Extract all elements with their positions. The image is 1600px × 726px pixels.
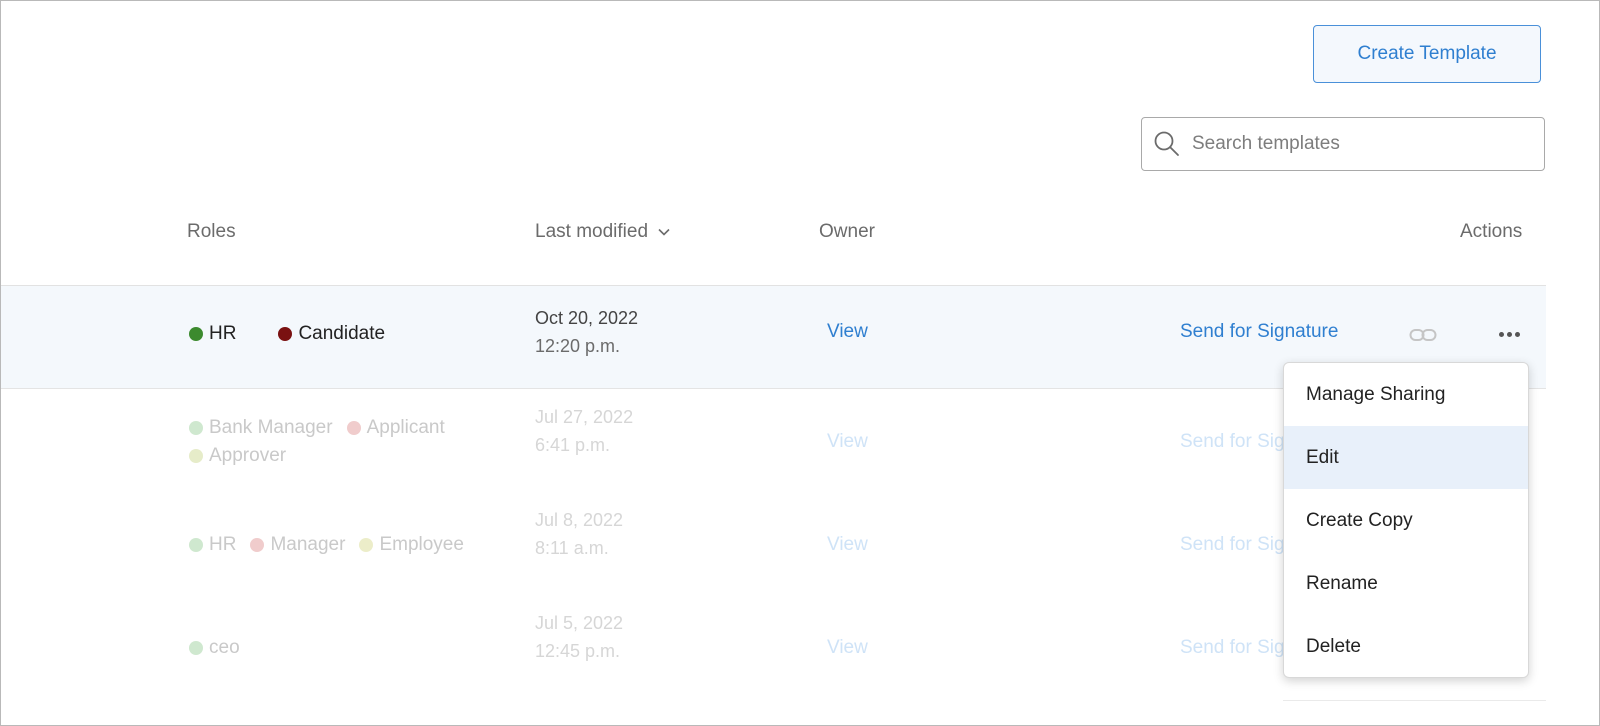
search-box[interactable] [1141, 117, 1545, 171]
role-dot [359, 538, 374, 552]
role-tag: Employee [359, 534, 464, 556]
actions-context-menu: Manage Sharing Edit Create Copy Rename D… [1283, 362, 1529, 678]
role-dot [189, 641, 203, 655]
owner-view-link[interactable]: View [827, 431, 868, 453]
role-tag: HR [189, 534, 236, 556]
owner-view-link[interactable]: View [827, 321, 868, 343]
owner-view-link[interactable]: View [827, 534, 868, 556]
search-input[interactable] [1190, 132, 1534, 156]
column-header-last-modified[interactable]: Last modified [535, 221, 670, 243]
modified-cell: Jul 27, 2022 6:41 p.m. [535, 403, 633, 459]
modified-cell: Oct 20, 2022 12:20 p.m. [535, 304, 638, 360]
roles-cell: HR Candidate [189, 323, 399, 345]
roles-cell: HR Manager Employee [189, 534, 478, 556]
menu-item-rename[interactable]: Rename [1284, 552, 1528, 615]
roles-cell: Bank Manager Applicant Approver [189, 417, 489, 467]
modified-date: Jul 8, 2022 [535, 510, 624, 530]
modified-date: Jul 27, 2022 [535, 407, 634, 427]
search-icon [1152, 129, 1182, 159]
column-header-actions: Actions [1460, 221, 1523, 242]
role-name: Manager [270, 534, 346, 555]
role-tag: ceo [189, 637, 240, 659]
column-header-owner: Owner [819, 221, 875, 242]
role-tag: Approver [189, 445, 286, 467]
menu-item-delete[interactable]: Delete [1284, 615, 1528, 677]
role-dot [189, 449, 203, 463]
role-tag: Manager [250, 534, 345, 556]
role-dot [278, 327, 293, 341]
role-name: Candidate [298, 323, 386, 344]
modified-time: 6:41 p.m. [535, 435, 611, 455]
send-for-signature-link[interactable]: Send for Sig [1180, 637, 1285, 659]
modified-time: 12:45 p.m. [535, 641, 621, 661]
link-icon[interactable] [1409, 327, 1437, 348]
role-dot [346, 421, 361, 435]
more-actions-icon[interactable] [1499, 332, 1520, 337]
role-tag: Applicant [346, 417, 445, 439]
role-name: HR [209, 534, 237, 555]
create-template-button[interactable]: Create Template [1313, 25, 1541, 83]
chevron-down-icon [658, 228, 670, 236]
row-divider [1283, 700, 1546, 701]
menu-item-edit[interactable]: Edit [1284, 426, 1528, 489]
role-tag: HR [189, 323, 236, 345]
role-tag: Candidate [278, 323, 385, 345]
modified-cell: Jul 5, 2022 12:45 p.m. [535, 609, 623, 665]
role-dot [189, 421, 203, 435]
role-name: ceo [209, 637, 240, 658]
template-list-panel: Create Template Roles Last modified Owne… [0, 0, 1600, 726]
roles-cell: ceo [189, 637, 254, 659]
role-dot [189, 538, 203, 552]
send-for-signature-link[interactable]: Send for Sig [1180, 534, 1285, 556]
role-name: HR [209, 323, 237, 344]
role-dot [250, 538, 265, 552]
menu-item-manage-sharing[interactable]: Manage Sharing [1284, 363, 1528, 426]
send-for-signature-link[interactable]: Send for Sig [1180, 431, 1285, 453]
role-dot [189, 327, 203, 341]
modified-time: 12:20 p.m. [535, 336, 621, 356]
modified-date: Oct 20, 2022 [535, 308, 639, 328]
modified-time: 8:11 a.m. [535, 538, 609, 558]
modified-date: Jul 5, 2022 [535, 613, 624, 633]
role-name: Employee [379, 534, 464, 555]
column-header-last-modified-label: Last modified [535, 221, 649, 242]
column-header-roles: Roles [187, 221, 236, 242]
role-name: Applicant [366, 417, 445, 438]
send-for-signature-link[interactable]: Send for Signature [1180, 321, 1338, 343]
modified-cell: Jul 8, 2022 8:11 a.m. [535, 506, 623, 562]
owner-view-link[interactable]: View [827, 637, 868, 659]
menu-item-create-copy[interactable]: Create Copy [1284, 489, 1528, 552]
role-tag: Bank Manager [189, 417, 333, 439]
role-name: Bank Manager [209, 417, 333, 438]
role-name: Approver [209, 445, 287, 466]
